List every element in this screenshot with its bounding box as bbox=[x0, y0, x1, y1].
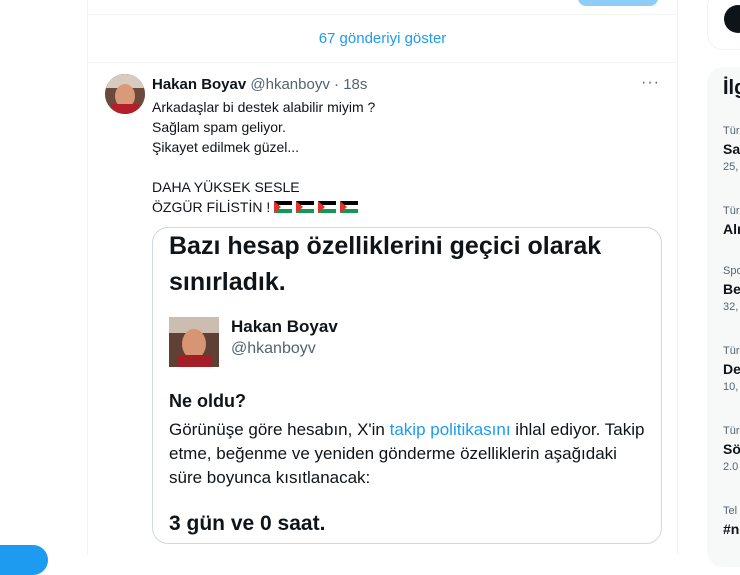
trend-item[interactable]: Tür Alı bbox=[723, 205, 740, 241]
media-body-text: Görünüşe göre hesabın, X'in bbox=[169, 420, 390, 439]
timeline-column: 67 gönderiyi göster Hakan Boyav @hkanboy… bbox=[87, 0, 678, 555]
palestine-flag-icon bbox=[340, 201, 359, 213]
previous-action-button[interactable] bbox=[578, 0, 658, 6]
tweet-text-line bbox=[152, 157, 375, 177]
media-what-heading: Ne oldu? bbox=[169, 391, 246, 411]
trends-heading: İlg bbox=[723, 77, 740, 99]
trend-title: Sa bbox=[723, 141, 740, 157]
tweet-text: Arkadaşlar bi destek alabilir miyim ? Sa… bbox=[152, 97, 375, 217]
trend-count: 10, bbox=[723, 381, 739, 393]
tweet[interactable]: Hakan Boyav @hkanboyv · 18s ··· Arkadaşl… bbox=[88, 63, 677, 555]
trend-title: Be bbox=[723, 281, 740, 297]
attached-screenshot-image[interactable]: Bazı hesap özelliklerini geçici olarak s… bbox=[152, 227, 662, 544]
trend-category: Spo bbox=[723, 265, 740, 277]
trends-panel: İlg Tür Sa 25, Tür Alı Spo Be 32, Tür De… bbox=[707, 67, 740, 567]
floating-action-button[interactable] bbox=[0, 545, 48, 575]
avatar[interactable] bbox=[105, 74, 145, 114]
media-policy-link: takip politikasını bbox=[389, 420, 511, 439]
media-avatar-photo bbox=[169, 317, 219, 367]
trend-title: Alı bbox=[723, 221, 740, 237]
trend-item[interactable]: Tür De 10, bbox=[723, 345, 740, 393]
trend-title: Sö bbox=[723, 441, 740, 457]
media-avatar bbox=[169, 317, 219, 367]
trend-title: De bbox=[723, 361, 740, 377]
trend-item[interactable]: Spo Be 32, bbox=[723, 265, 740, 313]
palestine-flag-icon bbox=[318, 201, 337, 213]
tweet-text-line: DAHA YÜKSEK SESLE bbox=[152, 179, 300, 195]
trend-category: Tür bbox=[723, 205, 740, 217]
trend-count: 2.0 bbox=[723, 461, 739, 473]
tweet-text-line-flags: ÖZGÜR FİLİSTİN ! bbox=[152, 197, 375, 217]
tweet-text-line: ÖZGÜR FİLİSTİN ! bbox=[152, 199, 271, 215]
show-more-posts-link[interactable]: 67 gönderiyi göster bbox=[88, 15, 677, 63]
trend-category: Tür bbox=[723, 345, 740, 357]
palestine-flag-icon bbox=[274, 201, 293, 213]
trend-item[interactable]: Tür Sö 2.0 bbox=[723, 425, 740, 473]
trend-count: 25, bbox=[723, 161, 739, 173]
media-duration: 3 gün ve 0 saat. bbox=[169, 512, 326, 535]
previous-item-strip bbox=[88, 0, 677, 15]
media-author-name: Hakan Boyav bbox=[231, 317, 338, 336]
trend-item[interactable]: Tel #n bbox=[723, 505, 739, 541]
trend-title: #n bbox=[723, 521, 740, 537]
right-top-card bbox=[707, 0, 740, 50]
trend-category: Tel bbox=[723, 505, 738, 517]
trend-count: 32, bbox=[723, 301, 739, 313]
avatar-photo bbox=[105, 74, 145, 114]
author-handle[interactable]: @hkanboyv bbox=[250, 76, 329, 93]
media-body: Görünüşe göre hesabın, X'in takip politi… bbox=[169, 418, 649, 490]
palestine-flag-icon bbox=[296, 201, 315, 213]
tweet-text-line: Arkadaşlar bi destek alabilir miyim ? bbox=[152, 99, 376, 115]
separator-dot: · bbox=[334, 76, 340, 93]
media-author-handle: @hkanboyv bbox=[231, 340, 316, 357]
media-title: Bazı hesap özelliklerini geçici olarak s… bbox=[169, 232, 602, 296]
tweet-text-line: Sağlam spam geliyor. bbox=[152, 119, 286, 135]
tweet-header: Hakan Boyav @hkanboyv · 18s bbox=[152, 76, 367, 93]
tweet-time[interactable]: 18s bbox=[343, 76, 367, 93]
right-sidebar: İlg Tür Sa 25, Tür Alı Spo Be 32, Tür De… bbox=[707, 0, 740, 567]
more-options-icon[interactable]: ··· bbox=[641, 74, 660, 92]
trend-item[interactable]: Tür Sa 25, bbox=[723, 125, 740, 173]
tweet-text-line: Şikayet edilmek güzel... bbox=[152, 139, 300, 155]
trend-category: Tür bbox=[723, 425, 740, 437]
author-name[interactable]: Hakan Boyav bbox=[152, 76, 246, 93]
right-top-button[interactable] bbox=[724, 5, 740, 33]
trend-category: Tür bbox=[723, 125, 740, 137]
